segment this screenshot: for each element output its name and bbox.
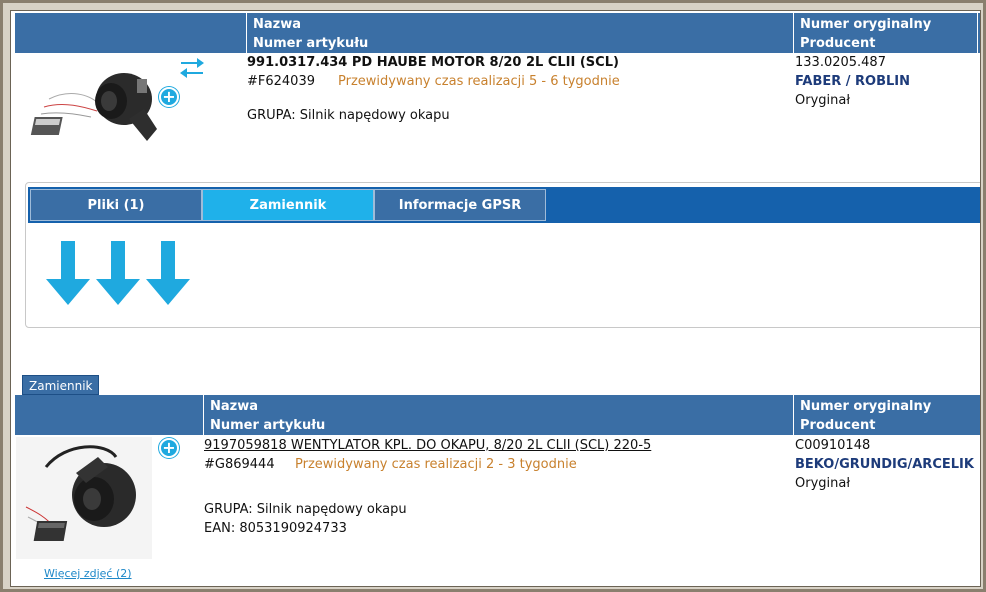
replacement-orig-number: C00910148 [795,438,871,453]
tab-gpsr-info[interactable]: Informacje GPSR [374,189,546,221]
header-name-label: Nazwa [253,17,302,32]
replacement-group: GRUPA: Silnik napędowy okapu [204,502,407,517]
add-to-cart-icon[interactable]: + [159,87,179,107]
replacement-image[interactable] [16,437,152,559]
header-name-label: Nazwa [210,399,259,414]
product-article-number: #F624039 [247,74,315,89]
product-lead-time: Przewidywany czas realizacji 5 - 6 tygod… [338,74,620,89]
tab-replacement[interactable]: Zamiennik [202,189,374,221]
window-frame: Nazwa Numer artykułu Numer oryginalny Pr… [0,0,986,592]
tab-files[interactable]: Pliki (1) [30,189,202,221]
replacement-lead-time: Przewidywany czas realizacji 2 - 3 tygod… [295,457,577,472]
results-header: Nazwa Numer artykułu Numer oryginalny Pr… [15,13,980,53]
header-article-label: Numer artykułu [253,36,369,51]
product-name: 991.0317.434 PD HAUBE MOTOR 8/20 2L CLII… [247,55,619,70]
header-orig-number-label: Numer oryginalny [800,399,932,414]
down-arrows-icon [46,241,196,307]
content-area: Nazwa Numer artykułu Numer oryginalny Pr… [10,10,981,587]
header-manufacturer-label: Producent [800,36,876,51]
product-type: Oryginał [795,93,851,108]
header-manufacturer-label: Producent [800,418,876,433]
header-article-label: Numer artykułu [210,418,326,433]
product-orig-number: 133.0205.487 [795,55,886,70]
replacement-article-number: #G869444 [204,457,275,472]
replacement-manufacturer: BEKO/GRUNDIG/ARCELIK [795,457,974,472]
replacement-ean: EAN: 8053190924733 [204,521,347,536]
replacement-header: Nazwa Numer artykułu Numer oryginalny Pr… [15,395,980,435]
add-to-cart-icon[interactable]: + [159,438,179,458]
replacement-type: Oryginał [795,476,851,491]
product-group: GRUPA: Silnik napędowy okapu [247,108,450,123]
replacement-name-link[interactable]: 9197059818 WENTYLATOR KPL. DO OKAPU, 8/2… [204,438,651,453]
replacement-section-badge: Zamiennik [22,375,100,395]
product-image[interactable] [29,59,161,149]
header-orig-number-label: Numer oryginalny [800,17,932,32]
tab-bar: Pliki (1) Zamiennik Informacje GPSR [28,187,980,223]
more-photos-link[interactable]: Więcej zdjęć (2) [44,567,132,580]
tab-panel: Pliki (1) Zamiennik Informacje GPSR [25,182,980,328]
product-manufacturer: FABER / ROBLIN [795,74,911,89]
swap-arrows-icon[interactable] [179,55,205,79]
